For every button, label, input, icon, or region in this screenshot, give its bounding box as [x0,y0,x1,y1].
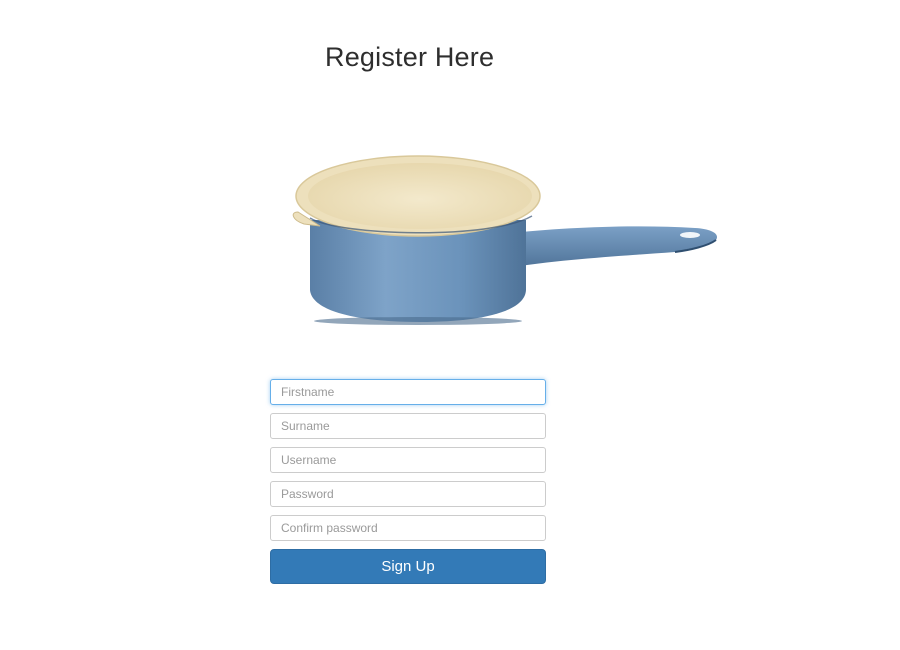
saucepan-image [292,155,718,325]
confirm-password-input[interactable] [270,515,546,541]
signup-button[interactable]: Sign Up [270,549,546,584]
page-title: Register Here [325,42,495,72]
register-form: Sign Up [270,379,546,584]
firstname-input[interactable] [270,379,546,405]
surname-input[interactable] [270,413,546,439]
username-input[interactable] [270,447,546,473]
password-input[interactable] [270,481,546,507]
register-page: Register Here Firstname Surname Username… [0,0,900,650]
